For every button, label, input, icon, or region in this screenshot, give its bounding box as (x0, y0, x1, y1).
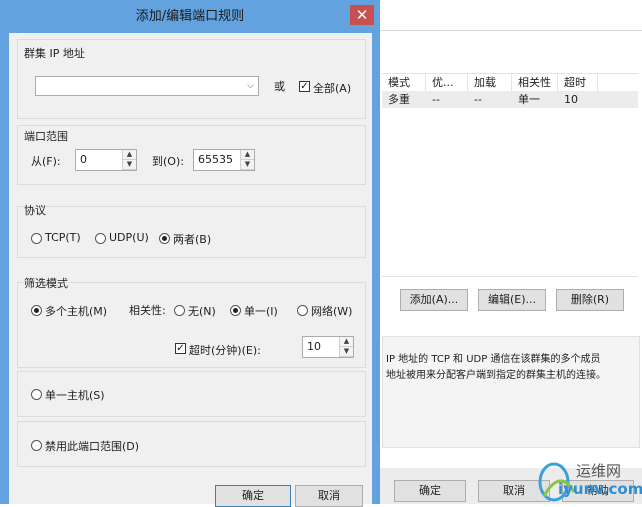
affinity-none-label[interactable]: 无(N) (188, 303, 216, 319)
rule-description-text: IP 地址的 TCP 和 UDP 通信在该群集的多个成员 地址被用来分配客户端到… (386, 354, 606, 381)
nlb-manager-window: 模式 优... 加载 相关性 超时 多重 -- -- 单一 10 添加(A)..… (380, 0, 642, 504)
affinity-single-radio[interactable] (230, 305, 241, 316)
both-label[interactable]: 两者(B) (173, 231, 211, 247)
single-host-label[interactable]: 单一主机(S) (45, 387, 105, 403)
cell-affinity: 单一 (518, 93, 540, 106)
multiple-hosts-radio[interactable] (31, 305, 42, 316)
watermark-logo: 运维网 iyunv.com (530, 448, 642, 504)
spin-down-icon[interactable]: ▼ (241, 160, 254, 170)
close-icon[interactable]: ✕ (350, 5, 374, 25)
filter-mode-label: 筛选模式 (24, 277, 68, 290)
cluster-ip-label: 群集 IP 地址 (24, 47, 85, 60)
background-titlebar (380, 0, 642, 31)
cell-mode: 多重 (388, 93, 410, 106)
edit-rule-button[interactable]: 编辑(E)... (478, 289, 546, 311)
disable-range-radio[interactable] (31, 440, 42, 451)
cell-priority: -- (432, 93, 440, 106)
affinity-single-label[interactable]: 单一(I) (244, 303, 278, 319)
single-host-radio[interactable] (31, 389, 42, 400)
all-label[interactable]: 全部(A) (313, 80, 351, 96)
affinity-none-radio[interactable] (174, 305, 185, 316)
multiple-hosts-label[interactable]: 多个主机(M) (45, 303, 107, 319)
from-label: 从(F): (31, 155, 61, 168)
or-label: 或 (274, 80, 285, 93)
column-header-load[interactable]: 加载 (468, 74, 512, 91)
spin-down-icon[interactable]: ▼ (123, 160, 136, 170)
udp-radio[interactable] (95, 233, 106, 244)
timeout-spinner[interactable]: 10 ▲ ▼ (302, 336, 354, 358)
timeout-checkbox[interactable]: ✓ (175, 343, 186, 354)
from-port-spin-buttons[interactable]: ▲ ▼ (122, 150, 136, 170)
affinity-network-label[interactable]: 网络(W) (311, 303, 352, 319)
spin-up-icon[interactable]: ▲ (241, 150, 254, 160)
add-rule-button[interactable]: 添加(A)... (400, 289, 468, 311)
timeout-label[interactable]: 超时(分钟)(E): (189, 342, 261, 358)
timeout-spin-buttons[interactable]: ▲ ▼ (339, 337, 353, 357)
table-row[interactable]: 多重 -- -- 单一 10 (382, 91, 638, 108)
column-header-priority[interactable]: 优... (426, 74, 468, 91)
column-header-mode[interactable]: 模式 (382, 74, 426, 91)
tcp-radio[interactable] (31, 233, 42, 244)
dialog-client-area: 群集 IP 地址 ⌵ 或 ✓ 全部(A) 端口范围 从(F): 0 ▲ ▼ 到(… (9, 33, 372, 507)
watermark-en-text: iyunv.com (558, 480, 642, 498)
cell-timeout: 10 (564, 93, 578, 106)
affinity-label: 相关性: (129, 304, 166, 317)
spin-up-icon[interactable]: ▲ (340, 337, 353, 347)
spin-down-icon[interactable]: ▼ (340, 347, 353, 357)
watermark-cn-text: 运维网 (576, 462, 622, 480)
to-label: 到(O): (152, 155, 184, 168)
port-range-label: 端口范围 (24, 130, 68, 143)
cell-load: -- (474, 93, 482, 106)
port-rule-dialog: 添加/编辑端口规则 ✕ 群集 IP 地址 ⌵ 或 ✓ 全部(A) 端口范围 从(… (0, 0, 380, 507)
chevron-down-icon[interactable]: ⌵ (247, 81, 254, 91)
port-rules-empty-area (382, 108, 638, 277)
port-rules-header: 模式 优... 加载 相关性 超时 (382, 74, 638, 91)
to-port-spin-buttons[interactable]: ▲ ▼ (240, 150, 254, 170)
background-ok-button[interactable]: 确定 (394, 480, 466, 502)
to-port-spinner[interactable]: 65535 ▲ ▼ (193, 149, 255, 171)
udp-label[interactable]: UDP(U) (109, 231, 149, 244)
column-header-timeout[interactable]: 超时 (558, 74, 598, 91)
to-port-value: 65535 (198, 153, 233, 166)
cluster-ip-combobox[interactable]: ⌵ (35, 76, 259, 96)
dialog-title: 添加/编辑端口规则 (135, 9, 245, 24)
delete-rule-button[interactable]: 删除(R) (556, 289, 624, 311)
both-radio[interactable] (159, 233, 170, 244)
column-header-affinity[interactable]: 相关性 (512, 74, 558, 91)
all-checkbox[interactable]: ✓ (299, 81, 310, 92)
port-range-group (17, 125, 366, 185)
tcp-label[interactable]: TCP(T) (45, 231, 81, 244)
port-rules-table: 模式 优... 加载 相关性 超时 多重 -- -- 单一 10 (382, 73, 638, 108)
protocol-label: 协议 (24, 204, 46, 217)
from-port-value: 0 (80, 153, 87, 166)
disable-range-label[interactable]: 禁用此端口范围(D) (45, 438, 139, 454)
spin-up-icon[interactable]: ▲ (123, 150, 136, 160)
timeout-value: 10 (307, 340, 321, 353)
from-port-spinner[interactable]: 0 ▲ ▼ (75, 149, 137, 171)
affinity-network-radio[interactable] (297, 305, 308, 316)
